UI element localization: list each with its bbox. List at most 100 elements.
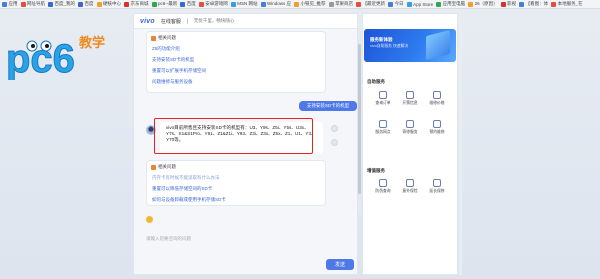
related-question-link[interactable]: 支持安装SD卡的机型 [147, 54, 325, 65]
banner-subtitle: vivo自助服务 快速解决 [370, 44, 409, 48]
bookmark-item[interactable]: 【看图：体 [519, 1, 548, 7]
bookmark-label: 百度 [186, 1, 196, 6]
highlight-box [154, 118, 313, 154]
related-question-link[interactable]: 内存卡有时候不能读取有什么办法 [147, 172, 325, 183]
service-item[interactable]: 防伪查询 [372, 179, 394, 194]
related-question-link[interactable]: 重置可以扩展手机存储空间 [147, 65, 325, 76]
insurance-icon [406, 179, 414, 187]
question-icon [151, 164, 156, 170]
banner-title: 服务新体验 [370, 37, 393, 42]
service-label: 防伪查询 [375, 189, 391, 193]
banner-graphic [426, 29, 450, 61]
bookmark-icon [519, 1, 525, 7]
bookmark-label: 苹果商店 [335, 1, 354, 6]
bookmark-label: 安卓游戏网 [205, 1, 228, 6]
repair-price-icon [433, 91, 441, 99]
bookmarks-bar: 应用 网址导航 百度_我的 百度 硬核中心 京东商城 pc6--最新 百度 安卓游戏网 MSN 网… [0, 0, 600, 9]
bookmark-item[interactable]: 百度 [180, 1, 196, 7]
bookmark-item[interactable]: 26（原因） [468, 1, 498, 7]
bookmark-item[interactable]: Windows 应 [260, 1, 292, 7]
bookmark-label: Windows 应 [267, 1, 292, 6]
bookmark-icon [328, 1, 334, 7]
bookmark-item[interactable]: pc6--最新 [151, 1, 177, 7]
bookmark-icon [198, 1, 204, 7]
service-item[interactable]: 开票信息 [399, 91, 421, 106]
order-icon [379, 91, 387, 99]
card-title: 相关问题 [147, 161, 325, 172]
bookmark-label: 小铁见_推荐 [300, 1, 326, 6]
bookmark-item[interactable]: 硬核中心 [96, 1, 121, 7]
bookmark-icon [124, 1, 130, 7]
bookmark-item[interactable]: 苹果商店 [328, 1, 354, 7]
service-label: 服务网点 [375, 130, 391, 134]
section-title-value-added: 增值服务 [367, 168, 385, 173]
message-input[interactable]: 请输入您要咨询的问题 [146, 236, 191, 242]
chat-subtitle: 无忧千里，畅快随心 [193, 18, 235, 23]
related-question-link[interactable]: 重置可以降低存储空间的SD卡 [147, 183, 325, 194]
like-icon[interactable] [331, 125, 338, 132]
pc6-logo: pc6 教学 [6, 35, 106, 80]
service-item[interactable]: 寄修服务 [399, 120, 421, 135]
chat-scroll-thumb[interactable] [358, 44, 361, 194]
related-question-link[interactable]: 问题维修与服务设备 [147, 76, 325, 87]
bookmark-icon [260, 1, 266, 7]
bookmark-item[interactable]: 京东商城 [124, 1, 149, 7]
bookmark-icon [388, 1, 394, 7]
bookmark-label: 本地服务_在 [557, 1, 583, 6]
bookmark-icon [180, 1, 186, 7]
store-icon [379, 120, 387, 128]
service-item[interactable]: 维修价格 [426, 91, 448, 106]
question-icon [151, 35, 156, 41]
related-question-link[interactable]: 如何与设备卸载或使用手机存储SD卡 [147, 194, 325, 205]
service-label: 查询订单 [375, 101, 391, 105]
page-scrollbar[interactable] [459, 13, 462, 275]
bookmark-label: 今日 [394, 1, 404, 6]
service-item[interactable]: 延长保修 [426, 179, 448, 194]
chat-header: vivo 在线客服 无忧千里，畅快随心 [134, 14, 357, 29]
service-item[interactable]: 服务网点 [372, 120, 394, 135]
bookmark-item[interactable]: 应用 [2, 1, 18, 7]
chat-title: 在线客服 [160, 18, 181, 25]
bookmark-item[interactable]: 应用宝电脑 [436, 1, 465, 7]
bookmark-label: 应用 [8, 1, 18, 6]
bookmark-item[interactable]: 百度_我的 [48, 1, 75, 7]
bookmark-icon [48, 1, 53, 7]
bookmark-label: 百度_我的 [54, 1, 76, 6]
header-divider [186, 18, 188, 24]
warranty-icon [433, 179, 441, 187]
bookmark-item[interactable]: 百度 [78, 1, 94, 7]
appointment-icon [433, 120, 441, 128]
bookmark-icon [551, 1, 557, 7]
bookmark-item[interactable]: 【最近更新 [356, 1, 385, 7]
bookmark-item[interactable]: 本地服务_在 [551, 1, 583, 7]
send-button[interactable]: 发送 [326, 259, 354, 270]
service-item[interactable]: 意外保险 [399, 179, 421, 194]
bookmark-label: 百度 [84, 1, 94, 6]
bookmark-label: 京东商城 [130, 1, 149, 6]
anti-fake-icon [379, 179, 387, 187]
service-item[interactable]: 查询订单 [372, 91, 394, 106]
bookmark-icon [500, 1, 506, 7]
bookmark-icon [230, 1, 236, 7]
bookmark-icon [356, 1, 362, 7]
related-question-link[interactable]: Z5的功能介绍 [147, 43, 325, 54]
bookmark-item[interactable]: 今日 [388, 1, 404, 7]
bookmark-item[interactable]: 小铁见_推荐 [294, 1, 326, 7]
service-item[interactable]: 预约维修 [426, 120, 448, 135]
bookmark-icon [2, 1, 7, 7]
bookmark-item[interactable]: 安卓游戏网 [198, 1, 228, 7]
emoji-icon[interactable] [146, 216, 153, 223]
bookmark-item[interactable]: 影视 [500, 1, 516, 7]
related-questions-card-2: 相关问题 内存卡有时候不能读取有什么办法 重置可以降低存储空间的SD卡 如何与设… [146, 160, 326, 206]
dislike-icon[interactable] [331, 139, 338, 146]
bookmark-label: 网址导航 [27, 1, 45, 6]
bookmark-icon [436, 1, 442, 7]
bookmark-label: 【最近更新 [362, 1, 386, 6]
bookmark-icon [151, 1, 157, 7]
bookmark-item[interactable]: 网址导航 [20, 1, 45, 7]
bookmark-item[interactable]: MSN 网站 [230, 1, 258, 7]
bookmark-icon [294, 1, 300, 7]
mail-repair-icon [406, 120, 414, 128]
service-banner[interactable]: 服务新体验 vivo自助服务 快速解决 [364, 29, 456, 62]
bookmark-item[interactable]: App Store [406, 1, 433, 7]
